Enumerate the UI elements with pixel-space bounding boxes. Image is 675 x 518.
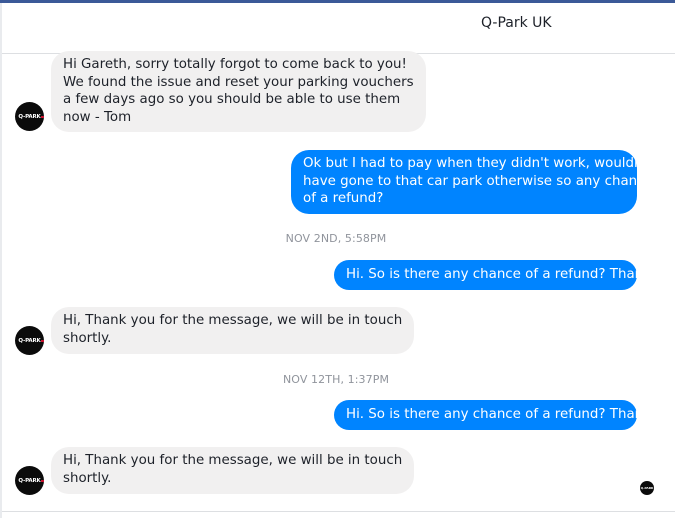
- timestamp: NOV 2ND, 5:58PM: [285, 232, 387, 245]
- message-line: Hi Gareth, sorry totally forgot to come …: [63, 57, 407, 72]
- message-line: now - Tom: [63, 110, 132, 126]
- message-text: Hi. So is there any chance of a refund? …: [346, 407, 658, 422]
- composer-divider: [2, 511, 675, 512]
- outgoing-message[interactable]: Hi. So is there any chance of a refund? …: [334, 400, 658, 430]
- message-line: Hi, Thank you for the message, we will b…: [63, 453, 403, 468]
- sender-avatar[interactable]: Q-PARK: [15, 466, 44, 495]
- q-park-logo-icon: Q-PARK: [18, 113, 44, 120]
- q-park-logo-icon: Q-PARK: [18, 477, 44, 484]
- conversation-title[interactable]: Q-Park UK: [481, 15, 552, 31]
- incoming-message[interactable]: Hi, Thank you for the message, we will b…: [51, 447, 415, 494]
- incoming-message[interactable]: Hi Gareth, sorry totally forgot to come …: [51, 51, 426, 132]
- message-text: Hi. So is there any chance of a refund? …: [346, 267, 658, 282]
- message-line: We found the issue and reset your parkin…: [63, 74, 414, 90]
- incoming-message[interactable]: Hi, Thank you for the message, we will b…: [51, 307, 415, 354]
- message-line: have gone to that car park otherwise so …: [303, 173, 653, 189]
- seen-indicator-avatar: Q-PARK: [640, 481, 654, 495]
- timestamp: NOV 12TH, 1:37PM: [282, 373, 390, 386]
- message-line: Ok but I had to pay when they didn't wor…: [303, 156, 652, 171]
- left-divider: [0, 3, 2, 518]
- sender-avatar[interactable]: Q-PARK: [15, 102, 44, 131]
- sender-avatar[interactable]: Q-PARK: [15, 326, 44, 355]
- message-line: shortly.: [63, 330, 112, 346]
- message-line: Hi, Thank you for the message, we will b…: [63, 313, 403, 328]
- q-park-logo-icon: Q-PARK: [18, 337, 44, 344]
- message-line: a few days ago so you should be able to …: [63, 92, 401, 108]
- outgoing-message[interactable]: Hi. So is there any chance of a refund? …: [334, 260, 658, 290]
- message-line: of a refund?: [303, 191, 384, 207]
- message-line: shortly.: [63, 470, 112, 486]
- q-park-logo-icon: Q-PARK: [640, 486, 654, 490]
- outgoing-message[interactable]: Ok but I had to pay when they didn't wor…: [291, 150, 653, 214]
- conversation-header: Q-Park UK: [2, 3, 675, 54]
